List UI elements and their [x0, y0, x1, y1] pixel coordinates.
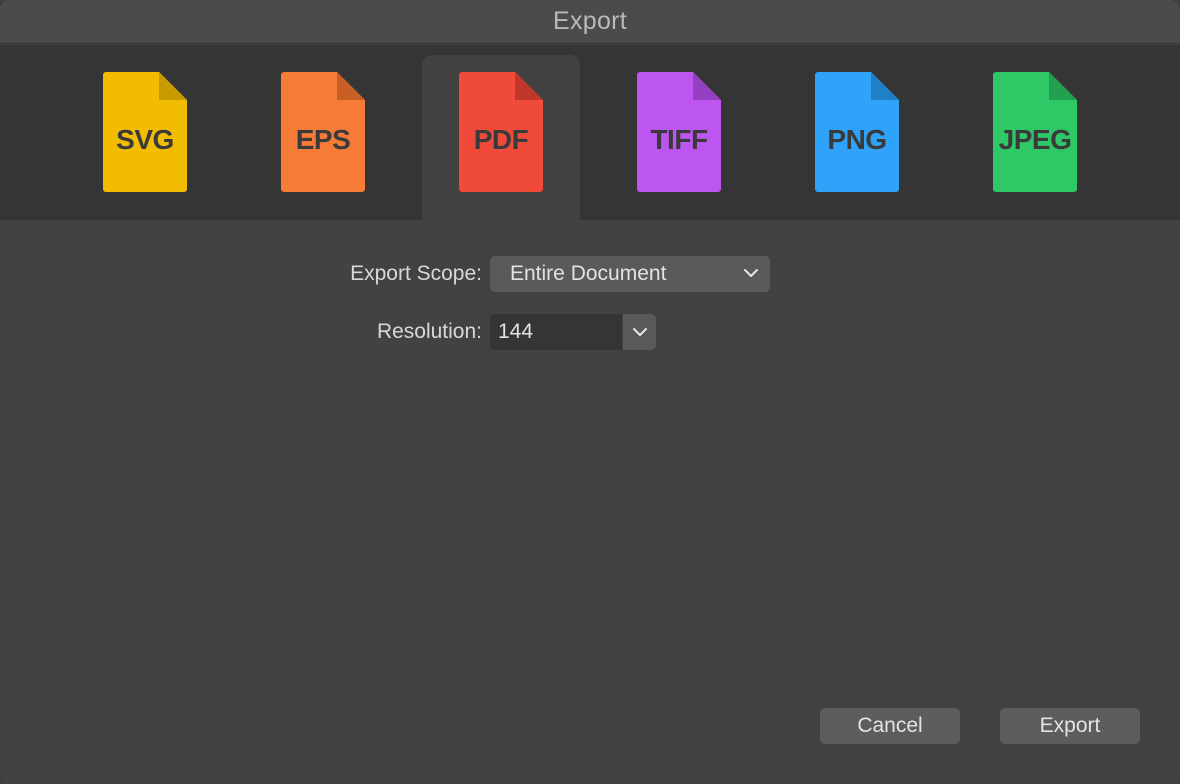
svg-file-icon: SVG [103, 72, 187, 192]
export-scope-label: Export Scope: [350, 262, 482, 285]
format-label: JPEG [998, 124, 1072, 155]
dialog-title: Export [552, 7, 628, 35]
png-file-icon: PNG [815, 72, 899, 192]
export-scope-value: Entire Document [510, 262, 667, 285]
format-tab-tiff[interactable]: TIFF [600, 55, 758, 220]
format-tab-png[interactable]: PNG [778, 55, 936, 220]
tiff-file-icon: TIFF [637, 72, 721, 192]
jpeg-file-icon: JPEG [993, 72, 1077, 192]
format-tab-jpeg[interactable]: JPEG [956, 55, 1114, 220]
format-tab-pdf[interactable]: PDF [422, 55, 580, 220]
resolution-row: Resolution: [280, 314, 482, 350]
eps-file-icon: EPS [281, 72, 365, 192]
format-label: TIFF [650, 124, 708, 155]
title-bar: Export [0, 0, 1180, 44]
export-dialog: Export SVG EPS PDF TIFF PNG JPEG Export … [0, 0, 1180, 784]
resolution-label: Resolution: [376, 320, 482, 343]
chevron-down-icon [632, 328, 647, 336]
export-button[interactable]: Export [1000, 708, 1140, 744]
cancel-button[interactable]: Cancel [820, 708, 960, 744]
pdf-file-icon: PDF [459, 72, 543, 192]
format-tab-svg[interactable]: SVG [66, 55, 224, 220]
export-scope-row: Export Scope: [280, 256, 482, 292]
chevron-down-icon [744, 269, 758, 277]
format-label: EPS [295, 124, 351, 155]
format-tab-eps[interactable]: EPS [244, 55, 402, 220]
format-label: SVG [116, 124, 174, 155]
resolution-dropdown-button[interactable] [623, 314, 656, 350]
format-label: PDF [473, 124, 529, 155]
export-scope-select[interactable]: Entire Document [490, 256, 770, 292]
resolution-input[interactable]: 144 [490, 314, 622, 350]
resolution-combo: 144 [490, 314, 656, 350]
format-label: PNG [827, 124, 887, 155]
format-picker: SVG EPS PDF TIFF PNG JPEG [0, 45, 1180, 220]
